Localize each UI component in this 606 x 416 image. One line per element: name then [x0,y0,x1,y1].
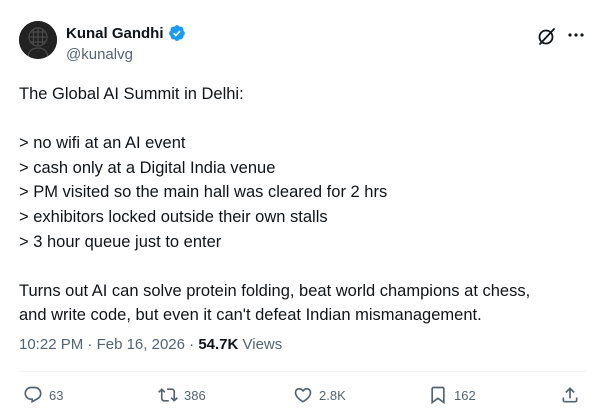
meta-separator: · [83,336,97,353]
tweet-line: > cash only at a Digital India venue [19,158,276,177]
share-button[interactable] [560,385,580,405]
tweet-line: > exhibitors locked outside their own st… [19,207,328,226]
divider [19,371,587,372]
tweet-line: The Global AI Summit in Delhi: [19,85,244,103]
repost-count: 386 [184,387,206,403]
tweet-card: Kunal Gandhi @kunalvg The Global AI Summ… [0,0,606,416]
repost-button[interactable]: 386 [158,385,206,405]
like-icon [294,387,312,403]
tweet-time[interactable]: 10:22 PM [19,336,83,353]
action-bar: 63 386 2.8K 162 [0,385,606,413]
tweet-line: > no wifi at an AI event [19,134,186,153]
like-button[interactable]: 2.8K [293,385,346,405]
tweet-line: > 3 hour queue just to enter [19,232,222,251]
author-name-row: Kunal Gandhi [66,24,186,42]
tweet-line: Turns out AI can solve protein folding, … [19,281,531,300]
tweet-line: and write code, but even it can't defeat… [19,306,482,325]
author-handle[interactable]: @kunalvg [66,46,133,63]
bookmark-button[interactable]: 162 [428,385,476,405]
verified-badge-icon [168,24,186,42]
tweet-text: The Global AI Summit in Delhi: > no wifi… [19,82,591,328]
views-label: Views [238,336,283,353]
reply-button[interactable]: 63 [23,385,63,405]
more-icon[interactable] [565,24,587,46]
grok-icon[interactable] [537,26,557,46]
like-count: 2.8K [319,387,346,403]
repost-icon [158,388,178,402]
avatar[interactable] [19,21,57,59]
meta-separator: · [184,336,199,353]
share-icon [562,387,578,403]
views-count: 54.7K [198,336,239,353]
tweet-line: > PM visited so the main hall was cleare… [19,183,388,202]
reply-count: 63 [49,387,64,403]
author-display-name[interactable]: Kunal Gandhi [66,25,164,42]
tweet-meta: 10:22 PM · Feb 16, 2026 · 54.7K Views [19,336,282,353]
tweet-date[interactable]: Feb 16, 2026 [97,336,185,353]
bookmark-count: 162 [454,387,476,403]
bookmark-icon [431,386,445,405]
reply-icon [24,386,42,404]
